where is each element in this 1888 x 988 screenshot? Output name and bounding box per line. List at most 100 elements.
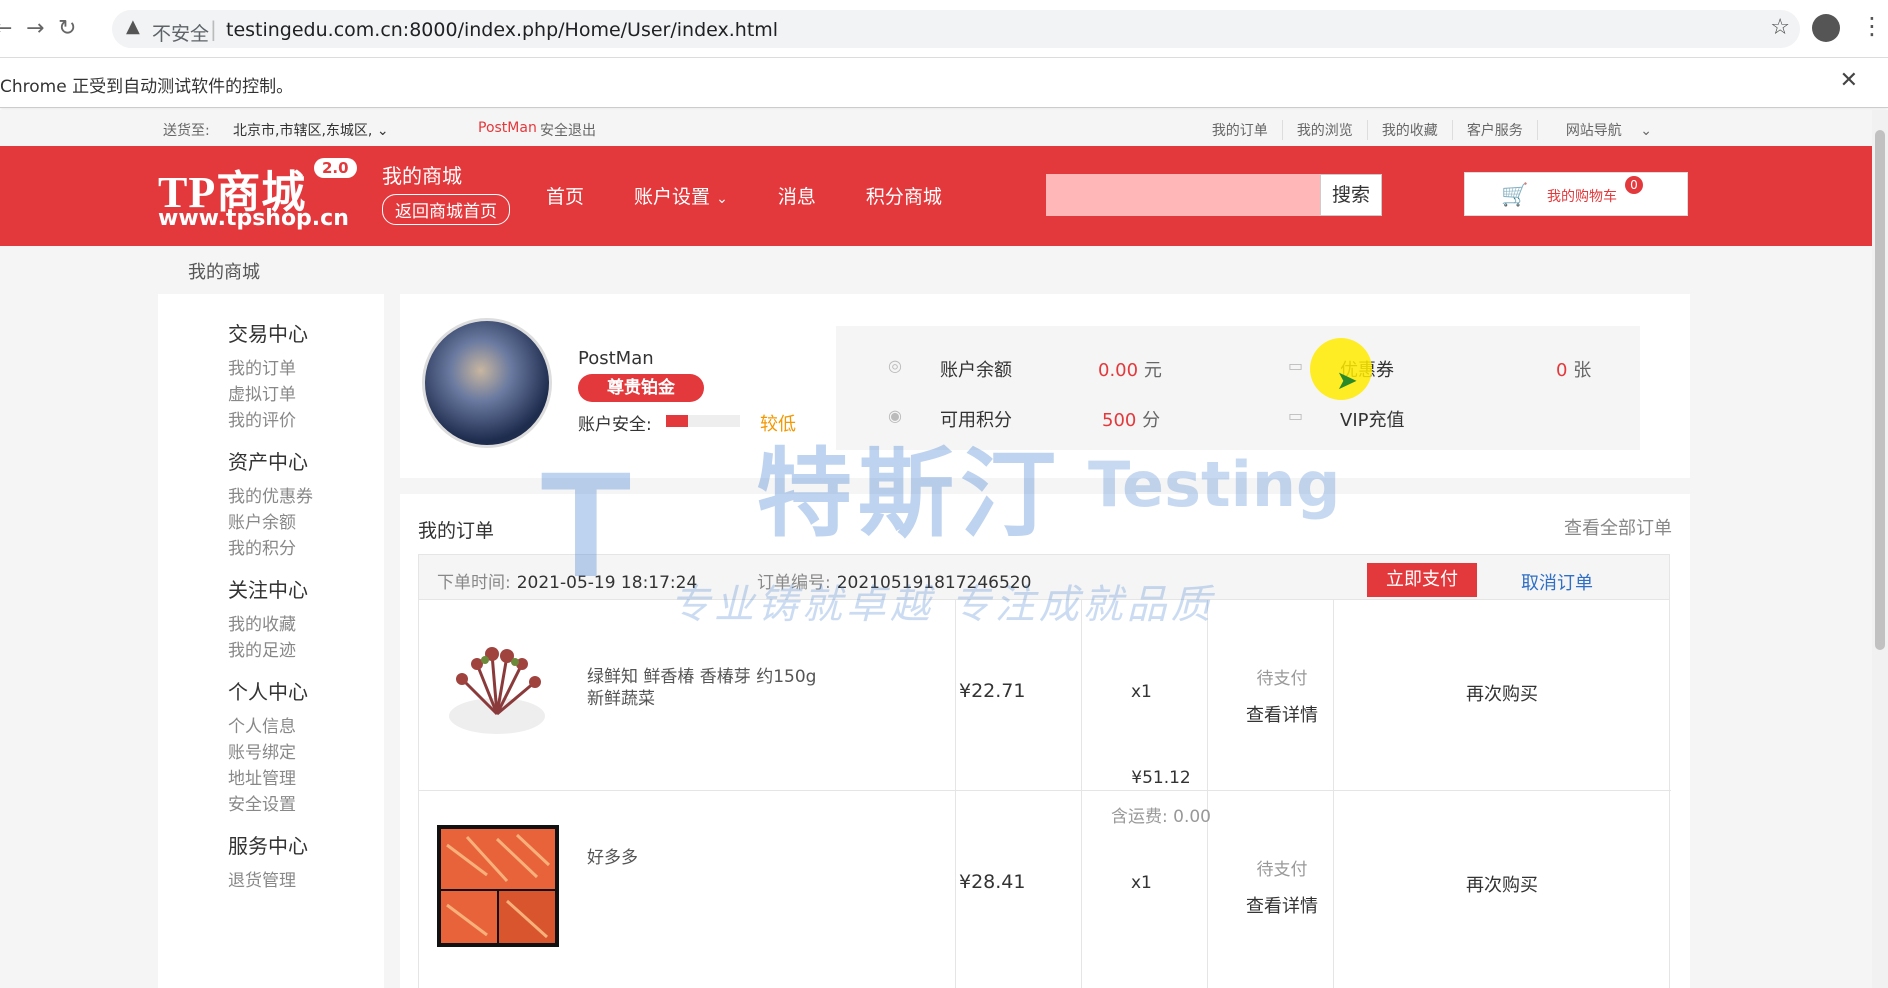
sidebar-item-orders[interactable]: 我的订单	[228, 354, 296, 379]
balance-value: 0.00	[1098, 360, 1139, 381]
shipping-fee: 含运费: 0.00	[1111, 807, 1211, 827]
page-scrollbar[interactable]	[1872, 110, 1888, 988]
card-icon: ▭	[1288, 406, 1304, 425]
nav-account-settings[interactable]: 账户设置 ⌄	[634, 182, 728, 209]
wallet-icon: ◎	[888, 356, 902, 375]
automation-infobar: Chrome 正受到自动测试软件的控制。 ✕	[0, 58, 1888, 108]
security-label: 不安全	[152, 23, 210, 45]
chevron-down-icon: ⌄	[376, 123, 389, 139]
search-button[interactable]: 搜索	[1320, 174, 1382, 216]
logo-url: www.tpshop.cn	[158, 206, 349, 231]
nav-messages[interactable]: 消息	[778, 182, 816, 209]
product-price: ¥22.71	[959, 680, 1026, 702]
breadcrumb: 我的商城	[188, 262, 260, 283]
product-image-snack[interactable]	[437, 825, 559, 947]
browser-menu-icon[interactable]: ⋮	[1860, 12, 1884, 40]
site-header: TP商城 2.0 www.tpshop.cn 我的商城 返回商城首页 首页 账户…	[0, 146, 1872, 246]
main-nav: 首页 账户设置 ⌄ 消息 积分商城	[546, 182, 942, 209]
topbar-username[interactable]: PostMan	[478, 120, 537, 136]
mouse-cursor-icon: ➤	[1336, 366, 1358, 396]
sidebar-item-returns[interactable]: 退货管理	[228, 866, 296, 891]
topbar-link-history[interactable]: 我的浏览	[1281, 120, 1367, 140]
address-bar[interactable]: ▲ 不安全 | testingedu.com.cn:8000/index.php…	[112, 10, 1800, 48]
chevron-down-icon: ⌄	[716, 191, 728, 207]
avatar[interactable]	[422, 318, 552, 448]
logout-link[interactable]: 安全退出	[540, 120, 596, 140]
sidebar-section-personal: 个人中心	[228, 680, 308, 704]
url-text[interactable]: testingedu.com.cn:8000/index.php/Home/Us…	[226, 19, 778, 41]
watermark-brand-cn: 特斯汀	[756, 438, 1062, 550]
address-separator: |	[210, 17, 217, 41]
sidebar-item-balance[interactable]: 账户余额	[228, 508, 296, 533]
site-topbar: 送货至: 北京市,市辖区,东城区, ⌄ PostMan 安全退出 我的订单 我的…	[0, 110, 1872, 146]
forward-arrow-icon[interactable]: →	[26, 16, 44, 41]
location-selector[interactable]: 北京市,市辖区,东城区, ⌄	[233, 120, 389, 140]
topbar-link-favorites[interactable]: 我的收藏	[1366, 120, 1452, 140]
coupon-unit: 张	[1573, 360, 1592, 381]
product-qty: x1	[1131, 873, 1152, 893]
vip-recharge-label: VIP充值	[1340, 410, 1405, 431]
sidebar-item-footprints[interactable]: 我的足迹	[228, 636, 296, 661]
browser-toolbar: ← → ↻ ▲ 不安全 | testingedu.com.cn:8000/ind…	[0, 0, 1888, 58]
product-name[interactable]: 绿鲜知 鲜香椿 香椿芽 约150g 新鲜蔬菜	[587, 666, 827, 710]
watermark-slogan: 专业铸就卓越 专注成就品质	[670, 582, 1215, 628]
topbar-link-orders[interactable]: 我的订单	[1198, 120, 1282, 140]
cancel-order-button[interactable]: 取消订单	[1521, 569, 1593, 595]
topbar-link-sitenav[interactable]: 网站导航 ⌄	[1536, 120, 1666, 140]
back-arrow-icon[interactable]: ←	[0, 16, 12, 41]
reload-icon[interactable]: ↻	[58, 16, 76, 41]
close-icon[interactable]: ✕	[1840, 68, 1858, 93]
sidebar-item-coupons[interactable]: 我的优惠券	[228, 482, 313, 507]
balance-unit: 元	[1143, 360, 1162, 381]
sidebar-item-points[interactable]: 我的积分	[228, 534, 296, 559]
sidebar-section-service: 服务中心	[228, 834, 308, 858]
sidebar-item-reviews[interactable]: 我的评价	[228, 406, 296, 431]
cart-button[interactable]: 🛒 我的购物车 0	[1464, 172, 1688, 216]
rebuy-button[interactable]: 再次购买	[1333, 680, 1671, 706]
points-unit: 分	[1142, 410, 1161, 431]
cart-count-badge: 0	[1625, 176, 1643, 194]
sidebar-item-favorites[interactable]: 我的收藏	[228, 610, 296, 635]
member-level-badge: 尊贵铂金	[578, 374, 704, 402]
order-time-label: 下单时间:	[437, 573, 511, 593]
product-qty: x1	[1131, 682, 1152, 702]
pay-now-button[interactable]: 立即支付	[1367, 563, 1477, 597]
sidebar-section-assets: 资产中心	[228, 450, 308, 474]
back-home-button[interactable]: 返回商城首页	[382, 194, 510, 225]
coupon-value: 0	[1556, 360, 1568, 381]
deliver-label: 送货至:	[163, 123, 210, 139]
product-name[interactable]: 好多多	[587, 847, 827, 869]
location-text: 北京市,市辖区,东城区,	[233, 123, 373, 139]
view-all-orders-link[interactable]: 查看全部订单	[1564, 514, 1672, 540]
automation-message: Chrome 正受到自动测试软件的控制。	[0, 77, 294, 97]
cart-icon: 🛒	[1501, 183, 1529, 208]
bookmark-star-icon[interactable]: ☆	[1770, 15, 1790, 40]
sitenav-label: 网站导航	[1565, 123, 1622, 139]
mall-title: 我的商城	[382, 164, 462, 188]
order-total-amount: ¥51.12	[1131, 768, 1191, 788]
sidebar-item-security[interactable]: 安全设置	[228, 790, 296, 815]
balance-label: 账户余额	[940, 360, 1012, 381]
sidebar-item-profile[interactable]: 个人信息	[228, 712, 296, 737]
sidebar-item-addresses[interactable]: 地址管理	[228, 764, 296, 789]
nav-home[interactable]: 首页	[546, 182, 584, 209]
sidebar-item-account-binding[interactable]: 账号绑定	[228, 738, 296, 763]
product-price: ¥28.41	[959, 871, 1026, 893]
security-label: 账户安全:	[578, 415, 652, 435]
profile-username: PostMan	[578, 348, 654, 369]
topbar-links: 我的订单 我的浏览 我的收藏 客户服务 网站导航 ⌄	[1198, 120, 1666, 140]
points-value: 500	[1102, 410, 1137, 431]
scrollbar-thumb[interactable]	[1875, 130, 1885, 650]
search-input[interactable]	[1046, 174, 1320, 216]
watermark-brand-en: Testing	[1088, 448, 1341, 521]
topbar-link-service[interactable]: 客户服务	[1451, 120, 1537, 140]
sidebar-section-trade: 交易中心	[228, 322, 308, 346]
sidebar-item-virtual-orders[interactable]: 虚拟订单	[228, 380, 296, 405]
order-item-row: 好多多 ¥28.41 x1 待支付 查看详情 再次购买	[419, 790, 1671, 980]
sidebar: 交易中心 我的订单 虚拟订单 我的评价 资产中心 我的优惠券 账户余额 我的积分…	[158, 294, 384, 988]
profile-icon[interactable]	[1812, 14, 1840, 42]
rebuy-button[interactable]: 再次购买	[1333, 871, 1671, 897]
nav-points-mall[interactable]: 积分商城	[866, 182, 942, 209]
nav-account-settings-label: 账户设置	[634, 186, 711, 208]
product-image-toona[interactable]	[437, 634, 559, 756]
